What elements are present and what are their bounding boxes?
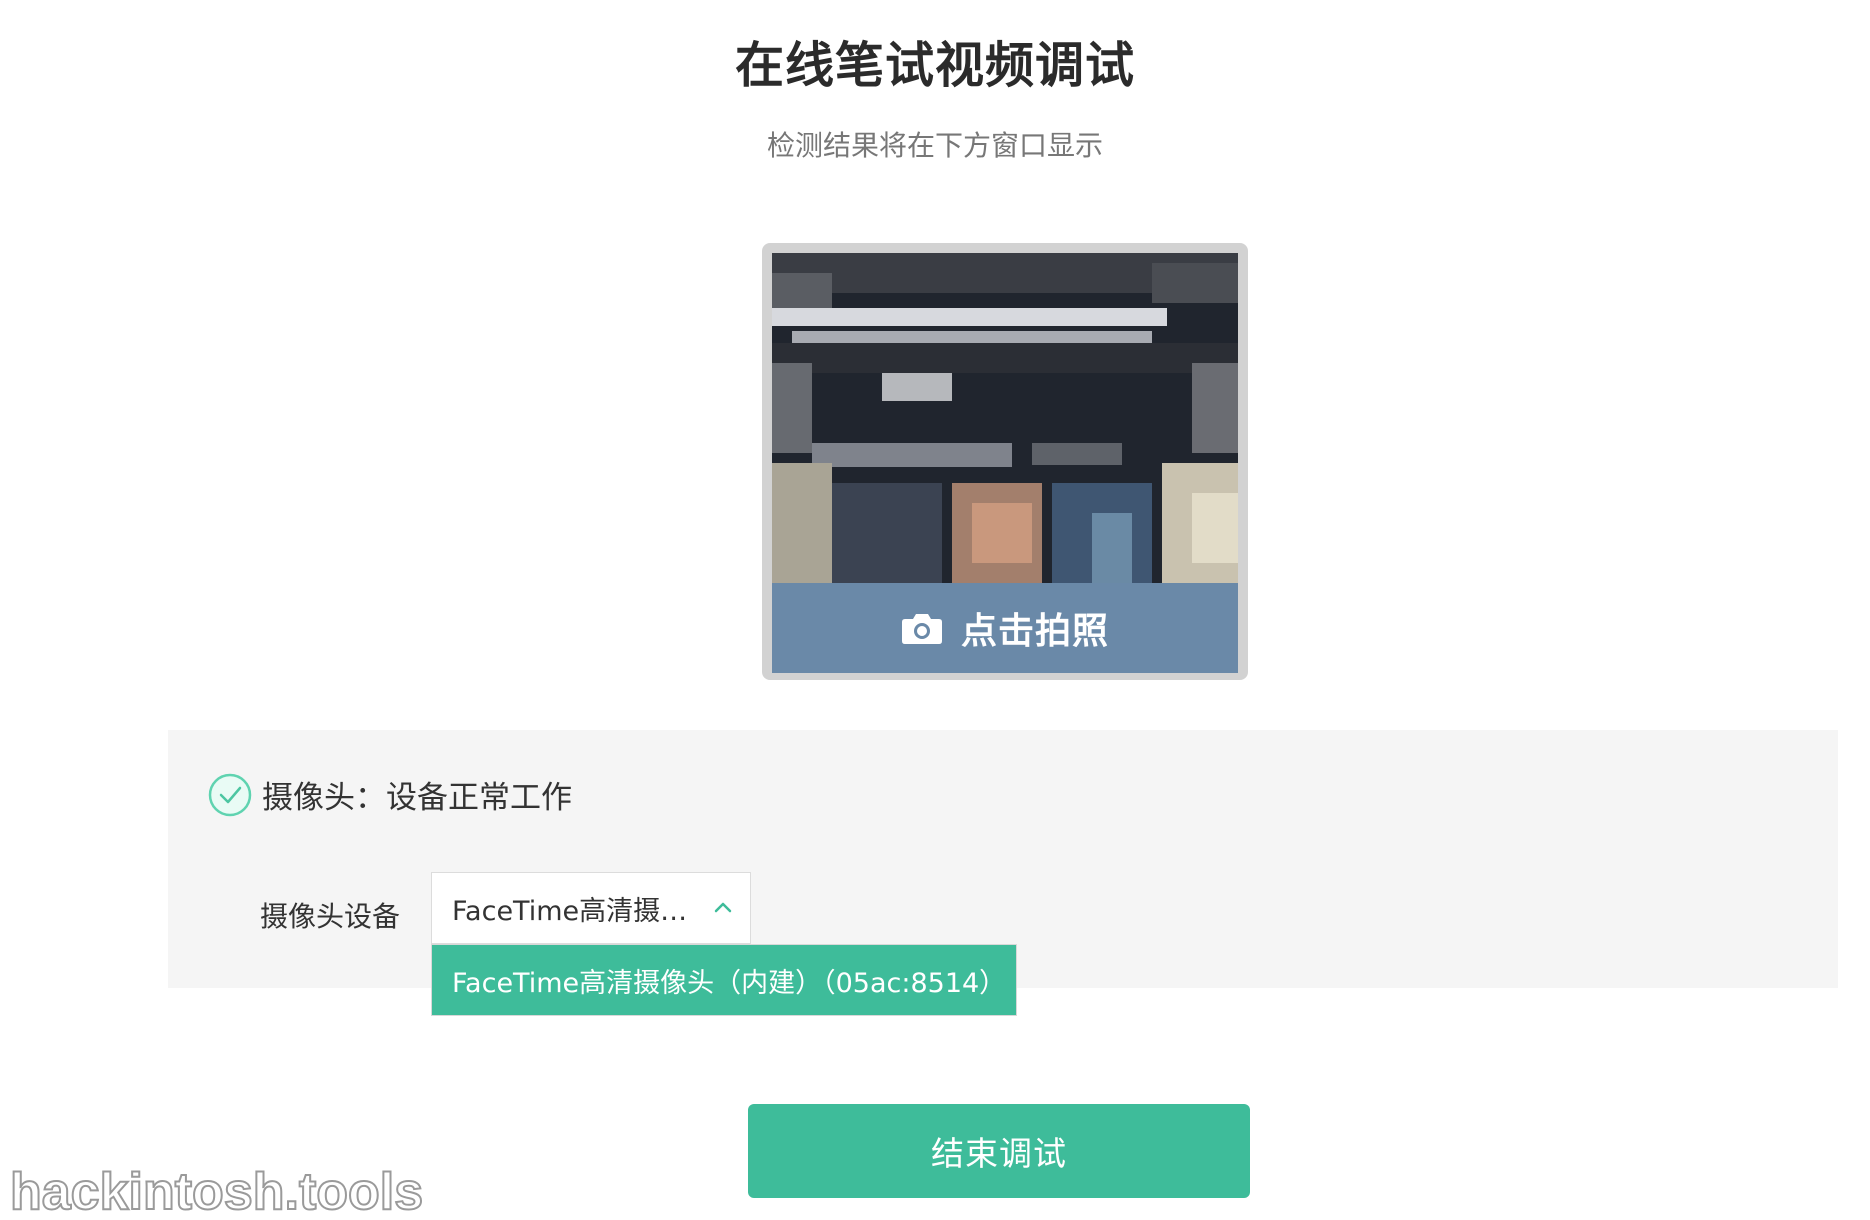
take-photo-button[interactable]: 点击拍照 <box>772 583 1238 673</box>
camera-preview-inner: 点击拍照 <box>772 253 1238 673</box>
camera-device-dropdown: FaceTime高清摄像头（内建）（05ac:8514） <box>431 944 1017 1016</box>
end-debug-button[interactable]: 结束调试 <box>748 1104 1250 1198</box>
take-photo-label: 点击拍照 <box>960 611 1109 652</box>
camera-device-select[interactable]: FaceTime高清摄像头（内建）（05ac:8514） <box>431 872 751 944</box>
page-subtitle: 检测结果将在下方窗口显示 <box>766 129 1103 162</box>
camera-status-row: 摄像头：设备正常工作 <box>208 772 572 817</box>
camera-preview: 点击拍照 <box>762 243 1248 680</box>
chevron-up-icon[interactable] <box>712 897 734 919</box>
camera-device-selected-value: FaceTime高清摄像头（内建）（05ac:8514） <box>452 895 692 927</box>
camera-icon <box>901 614 942 644</box>
watermark: hackintosh.tools <box>9 1162 424 1220</box>
camera-status-text: 摄像头：设备正常工作 <box>262 780 572 816</box>
page-title: 在线笔试视频调试 <box>734 37 1135 94</box>
camera-video-feed <box>772 253 1238 583</box>
camera-device-option[interactable]: FaceTime高清摄像头（内建）（05ac:8514） <box>432 945 1016 1015</box>
device-check-panel: 摄像头：设备正常工作 摄像头设备 FaceTime高清摄像头（内建）（05ac:… <box>168 730 1838 1016</box>
camera-device-label: 摄像头设备 <box>260 900 401 933</box>
check-circle-icon <box>208 773 252 816</box>
page: 在线笔试视频调试 检测结果将在下方窗口显示 点击拍照 摄像头：设备正常工作 摄像… <box>0 0 1870 1220</box>
